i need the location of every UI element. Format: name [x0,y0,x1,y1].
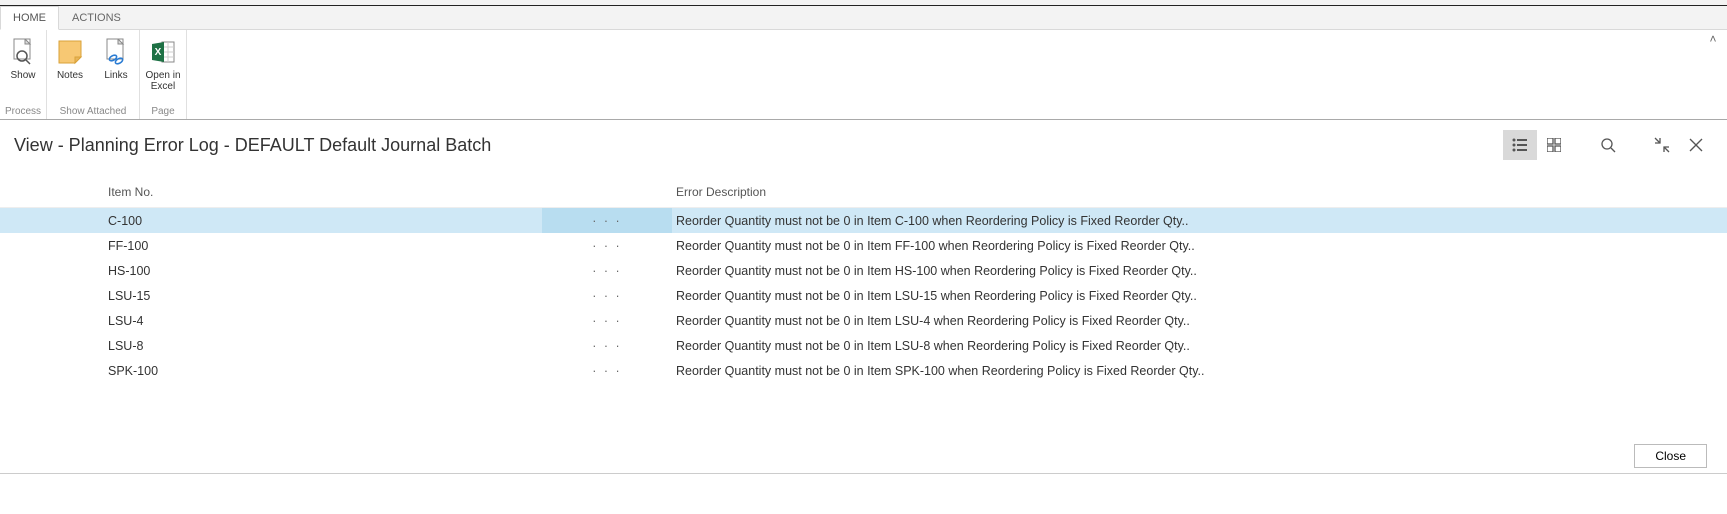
page-title: View - Planning Error Log - DEFAULT Defa… [14,135,1503,156]
ribbon-group-page: X Open in Excel Page [140,30,187,119]
links-label: Links [104,70,127,81]
contract-icon [1654,137,1670,153]
search-button[interactable] [1591,130,1625,160]
view-tiles-button[interactable] [1537,130,1571,160]
excel-icon: X [149,38,177,66]
close-button[interactable]: Close [1634,444,1707,468]
document-magnify-icon [9,38,37,66]
notes-label: Notes [57,70,83,81]
document-link-icon [102,38,130,66]
list-icon [1512,138,1528,152]
cell-error-desc: Reorder Quantity must not be 0 in Item L… [672,314,1727,328]
ribbon-group-label-page: Page [140,104,186,119]
cell-error-desc: Reorder Quantity must not be 0 in Item H… [672,264,1727,278]
ribbon-group-label-process: Process [0,104,46,119]
ribbon: Show Process Notes [0,30,1727,120]
cell-error-desc: Reorder Quantity must not be 0 in Item F… [672,239,1727,253]
show-button[interactable]: Show [0,34,46,104]
tab-home[interactable]: HOME [0,6,59,30]
content-area: Item No. Error Description C-100· · ·Reo… [0,166,1727,443]
cell-item-no: FF-100 [108,239,542,253]
error-table: Item No. Error Description C-100· · ·Reo… [0,176,1727,383]
open-in-excel-label: Open in Excel [145,70,180,92]
search-icon [1600,137,1616,153]
row-actions-button[interactable]: · · · [542,358,672,383]
note-icon [56,38,84,66]
cell-error-desc: Reorder Quantity must not be 0 in Item C… [672,214,1727,228]
cell-error-desc: Reorder Quantity must not be 0 in Item S… [672,364,1727,378]
close-icon [1688,137,1704,153]
footer-divider [0,473,1727,474]
table-row[interactable]: LSU-4· · ·Reorder Quantity must not be 0… [0,308,1727,333]
view-list-button[interactable] [1503,130,1537,160]
table-header: Item No. Error Description [0,176,1727,208]
table-row[interactable]: LSU-8· · ·Reorder Quantity must not be 0… [0,333,1727,358]
row-actions-button[interactable]: · · · [542,308,672,333]
row-actions-button[interactable]: · · · [542,258,672,283]
header-toolbar [1503,130,1713,160]
row-actions-button[interactable]: · · · [542,233,672,258]
show-label: Show [10,70,35,81]
cell-item-no: HS-100 [108,264,542,278]
table-row[interactable]: LSU-15· · ·Reorder Quantity must not be … [0,283,1727,308]
row-actions-button[interactable]: · · · [542,283,672,308]
table-row[interactable]: SPK-100· · ·Reorder Quantity must not be… [0,358,1727,383]
contract-window-button[interactable] [1645,130,1679,160]
cell-item-no: LSU-4 [108,314,542,328]
column-item-no[interactable]: Item No. [108,185,542,199]
column-error-desc[interactable]: Error Description [672,185,1727,199]
ribbon-group-process: Show Process [0,30,47,119]
table-row[interactable]: FF-100· · ·Reorder Quantity must not be … [0,233,1727,258]
cell-item-no: SPK-100 [108,364,542,378]
cell-error-desc: Reorder Quantity must not be 0 in Item L… [672,339,1727,353]
page-header: View - Planning Error Log - DEFAULT Defa… [0,120,1727,166]
table-row[interactable]: C-100· · ·Reorder Quantity must not be 0… [0,208,1727,233]
ribbon-group-show-attached: Notes Links Show Attached [47,30,140,119]
cell-item-no: LSU-8 [108,339,542,353]
svg-text:X: X [155,47,162,58]
row-actions-button[interactable]: · · · [542,333,672,358]
row-actions-button[interactable]: · · · [542,208,672,233]
tab-actions[interactable]: ACTIONS [59,6,134,29]
ribbon-group-label-show-attached: Show Attached [47,104,139,119]
cell-error-desc: Reorder Quantity must not be 0 in Item L… [672,289,1727,303]
ribbon-collapse-button[interactable]: ˄ [1703,32,1723,48]
ribbon-tabs: HOME ACTIONS [0,6,1727,30]
table-row[interactable]: HS-100· · ·Reorder Quantity must not be … [0,258,1727,283]
links-button[interactable]: Links [93,34,139,104]
close-window-button[interactable] [1679,130,1713,160]
tiles-icon [1547,138,1561,152]
cell-item-no: C-100 [108,214,542,228]
open-in-excel-button[interactable]: X Open in Excel [140,34,186,104]
cell-item-no: LSU-15 [108,289,542,303]
notes-button[interactable]: Notes [47,34,93,104]
